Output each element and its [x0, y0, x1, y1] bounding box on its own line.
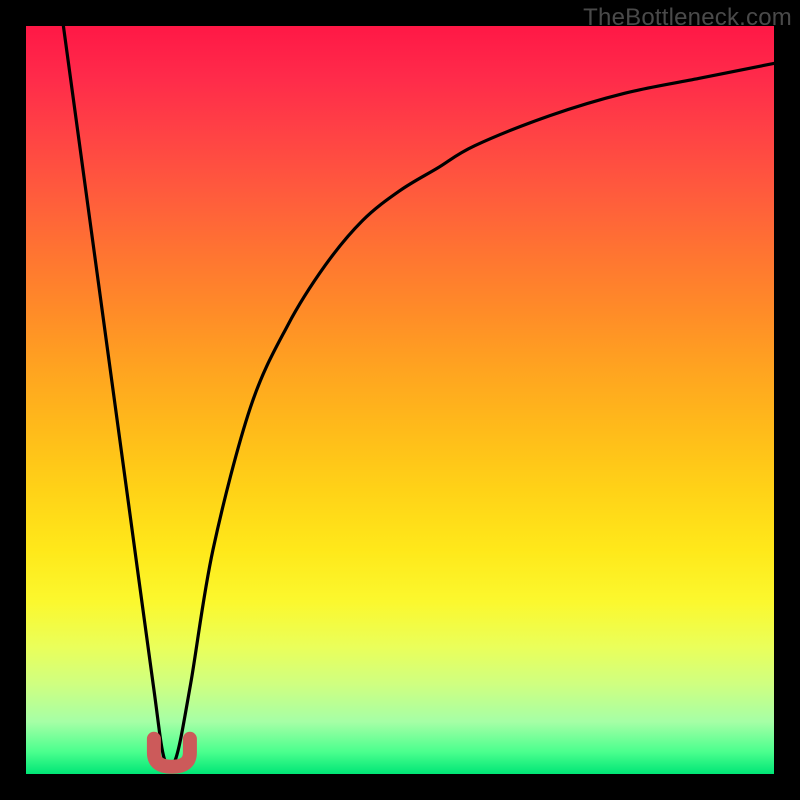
optimal-marker	[154, 739, 190, 767]
watermark-text: TheBottleneck.com	[583, 4, 792, 32]
bottleneck-curve	[63, 26, 774, 768]
chart-frame	[26, 26, 774, 774]
chart-svg	[26, 26, 774, 774]
